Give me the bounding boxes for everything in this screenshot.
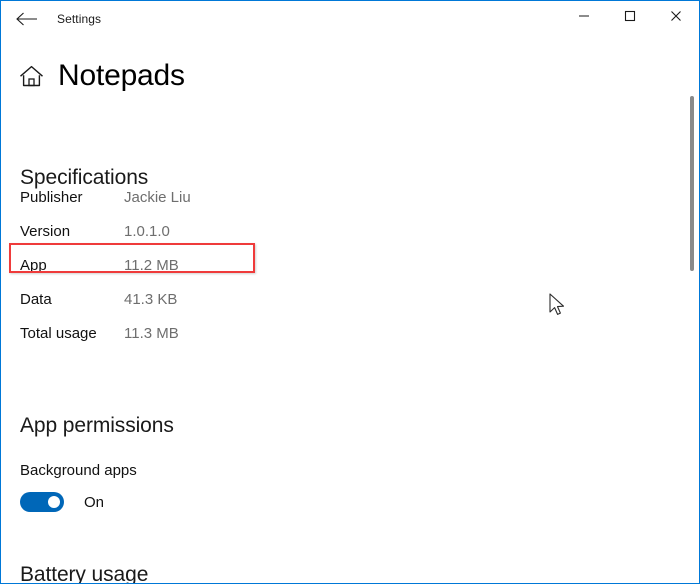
spec-label: Publisher	[20, 188, 83, 206]
vertical-scrollbar[interactable]	[685, 37, 699, 583]
table-row: Total usage 11.3 MB	[2, 316, 402, 350]
table-row: Data 41.3 KB	[2, 282, 402, 316]
spec-label: App	[20, 256, 47, 274]
app-title: Settings	[57, 12, 102, 26]
spec-label: Version	[20, 222, 71, 240]
minimize-icon	[579, 15, 589, 17]
spec-value: 11.2 MB	[124, 256, 179, 274]
spec-value: 41.3 KB	[124, 290, 178, 308]
window-controls	[561, 1, 699, 31]
scrollbar-thumb[interactable]	[690, 96, 694, 271]
page-header: Notepads	[19, 59, 185, 93]
title-bar: Settings	[1, 1, 699, 37]
toggle-state-label: On	[84, 493, 105, 511]
page-title: Notepads	[58, 59, 185, 92]
settings-window: Settings Notepads Specifications Publish…	[0, 0, 700, 584]
close-button[interactable]	[653, 1, 699, 31]
background-apps-label: Background apps	[20, 462, 137, 479]
settings-content: Notepads Specifications Publisher Jackie…	[2, 37, 699, 583]
app-permissions-heading: App permissions	[20, 414, 174, 437]
table-row: Version 1.0.1.0	[2, 214, 402, 248]
spec-value: 1.0.1.0	[124, 222, 170, 240]
background-apps-toggle-row: On	[20, 492, 104, 512]
maximize-button[interactable]	[607, 1, 653, 31]
home-icon[interactable]	[19, 64, 44, 89]
spec-value: Jackie Liu	[124, 188, 191, 206]
table-row: Publisher Jackie Liu	[2, 180, 402, 214]
toggle-knob	[48, 496, 60, 508]
back-arrow-icon	[16, 12, 37, 26]
back-button[interactable]	[5, 3, 49, 35]
minimize-button[interactable]	[561, 1, 607, 31]
close-icon	[671, 11, 681, 21]
table-row: App 11.2 MB	[2, 248, 402, 282]
spec-value: 11.3 MB	[124, 324, 179, 342]
specifications-table: Publisher Jackie Liu Version 1.0.1.0 App…	[2, 180, 402, 350]
maximize-icon	[624, 10, 636, 22]
spec-label: Data	[20, 290, 52, 308]
battery-usage-heading: Battery usage	[20, 563, 149, 583]
spec-label: Total usage	[20, 324, 97, 342]
background-apps-toggle[interactable]	[20, 492, 64, 512]
